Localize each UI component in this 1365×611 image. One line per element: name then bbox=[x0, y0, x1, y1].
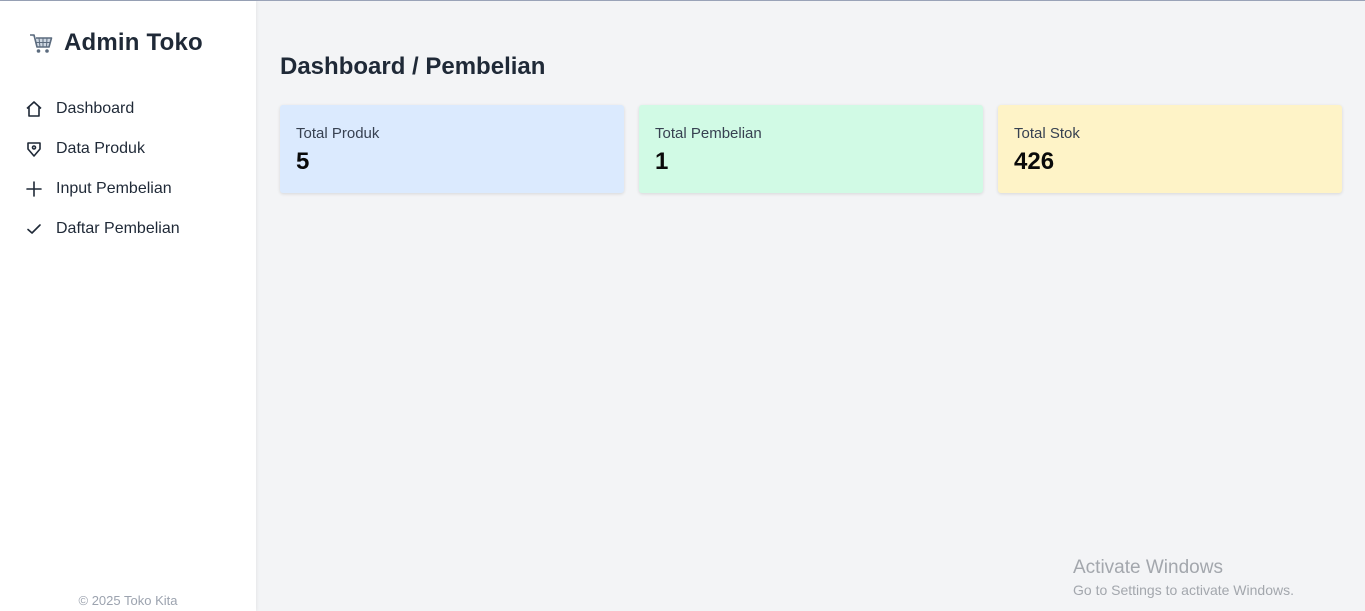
activate-windows-watermark: Activate Windows Go to Settings to activ… bbox=[1073, 557, 1294, 598]
sidebar: Admin Toko Dashboard Data Produk Input P… bbox=[0, 1, 256, 611]
cart-icon bbox=[28, 30, 54, 56]
stat-cards: Total Produk 5 Total Pembelian 1 Total S… bbox=[280, 105, 1342, 193]
check-icon bbox=[24, 219, 44, 239]
sidebar-item-label: Data Produk bbox=[56, 140, 145, 157]
app-title: Admin Toko bbox=[64, 29, 203, 56]
stat-card-total-stok: Total Stok 426 bbox=[998, 105, 1342, 193]
watermark-title: Activate Windows bbox=[1073, 557, 1223, 578]
page-title: Dashboard / Pembelian bbox=[280, 53, 546, 80]
sidebar-item-input-pembelian[interactable]: Input Pembelian bbox=[24, 169, 244, 209]
stat-card-label: Total Stok bbox=[1014, 125, 1080, 142]
sidebar-item-label: Input Pembelian bbox=[56, 180, 172, 197]
main-content: Dashboard / Pembelian Total Produk 5 Tot… bbox=[256, 1, 1365, 611]
sidebar-nav: Dashboard Data Produk Input Pembelian Da… bbox=[24, 89, 244, 249]
sidebar-item-label: Daftar Pembelian bbox=[56, 220, 180, 237]
stat-card-total-pembelian: Total Pembelian 1 bbox=[639, 105, 983, 193]
sidebar-item-data-produk[interactable]: Data Produk bbox=[24, 129, 244, 169]
stat-card-value: 1 bbox=[655, 148, 669, 175]
stat-card-total-produk: Total Produk 5 bbox=[280, 105, 624, 193]
plus-icon bbox=[24, 179, 44, 199]
sidebar-item-label: Dashboard bbox=[56, 100, 135, 117]
sidebar-item-dashboard[interactable]: Dashboard bbox=[24, 89, 244, 129]
sidebar-footer: © 2025 Toko Kita bbox=[78, 593, 178, 608]
stat-card-value: 5 bbox=[296, 148, 310, 175]
watermark-subtitle: Go to Settings to activate Windows. bbox=[1073, 582, 1294, 598]
sidebar-item-daftar-pembelian[interactable]: Daftar Pembelian bbox=[24, 209, 244, 249]
home-icon bbox=[24, 99, 44, 119]
stat-card-label: Total Produk bbox=[296, 125, 380, 142]
tag-icon bbox=[24, 139, 44, 159]
stat-card-value: 426 bbox=[1014, 148, 1055, 175]
stat-card-label: Total Pembelian bbox=[655, 125, 762, 142]
brand[interactable]: Admin Toko bbox=[28, 29, 203, 57]
